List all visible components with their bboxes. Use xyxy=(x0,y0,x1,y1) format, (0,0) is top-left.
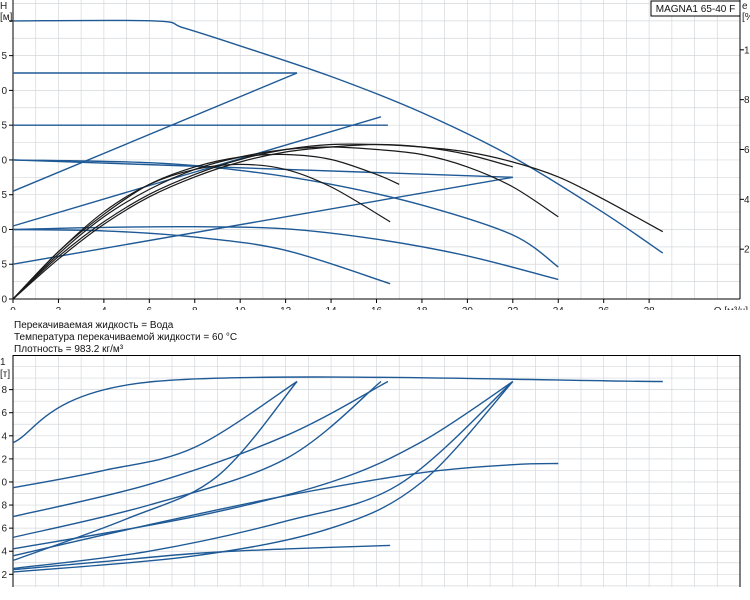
y-tick-label: 0 xyxy=(1,155,7,166)
y-tick-label: 0 xyxy=(1,86,7,97)
power-curves xyxy=(12,376,663,573)
y-tick-label: 4 xyxy=(1,547,7,558)
y-tick-label: 6 xyxy=(1,408,7,419)
y-axis-label: Н xyxy=(0,1,7,12)
y-tick-label: 8 xyxy=(1,501,7,512)
y-axis-label: [т] xyxy=(0,369,10,380)
y-tick-label: 0 xyxy=(1,477,7,488)
right-axis-label: [% xyxy=(742,12,750,23)
y-tick-label: 2 xyxy=(1,570,7,581)
head-chart: 0246810121416182022242628Q [м³/ч]0505050… xyxy=(0,0,750,310)
y-tick-label: 5 xyxy=(1,121,7,132)
power-grid xyxy=(12,355,741,587)
power-chart: 2 4 6 8 0 2 4 6 8 1[т] xyxy=(0,355,741,587)
head-curves xyxy=(12,19,664,285)
chart-title: MAGNA1 65-40 F xyxy=(656,4,735,15)
chart-title-box: MAGNA1 65-40 F xyxy=(650,0,741,17)
y-tick-label: 0 xyxy=(1,295,7,306)
y-tick-label: 5 xyxy=(1,260,7,271)
y-tick-label: 6 xyxy=(1,524,7,535)
power-curve xyxy=(12,380,298,489)
right-tick-label: 8 xyxy=(744,95,750,106)
fluid-info: Перекачиваемая жидкость = Вода Температу… xyxy=(14,320,237,355)
y-tick-label: 2 xyxy=(1,454,7,465)
efficiency-curve xyxy=(12,143,664,300)
pump-performance-chart: 0246810121416182022242628Q [м³/ч]0505050… xyxy=(0,0,750,600)
right-tick-label: 1 xyxy=(744,45,750,56)
y-axis-label: 1 xyxy=(0,357,6,368)
temperature-label: Температура перекачиваемой жидкости = 60… xyxy=(14,332,237,343)
head-curve xyxy=(12,228,391,285)
right-tick-label: 2 xyxy=(744,245,750,256)
efficiency-curves xyxy=(12,143,664,300)
y-tick-label: 4 xyxy=(1,431,7,442)
y-tick-label: 5 xyxy=(1,51,7,62)
right-axis-label: e xyxy=(742,1,748,12)
power-curve xyxy=(12,381,298,562)
y-tick-label: 8 xyxy=(1,385,7,396)
y-tick-label: 0 xyxy=(1,225,7,236)
y-tick-label: 5 xyxy=(1,190,7,201)
fluid-label: Перекачиваемая жидкость = Вода xyxy=(14,320,174,331)
density-label: Плотность = 983.2 кг/м³ xyxy=(14,344,124,355)
head-curve xyxy=(12,19,664,254)
power-curve xyxy=(12,544,391,571)
right-tick-label: 6 xyxy=(744,145,750,156)
y-axis-label: [м] xyxy=(0,12,13,23)
right-tick-label: 4 xyxy=(744,195,750,206)
